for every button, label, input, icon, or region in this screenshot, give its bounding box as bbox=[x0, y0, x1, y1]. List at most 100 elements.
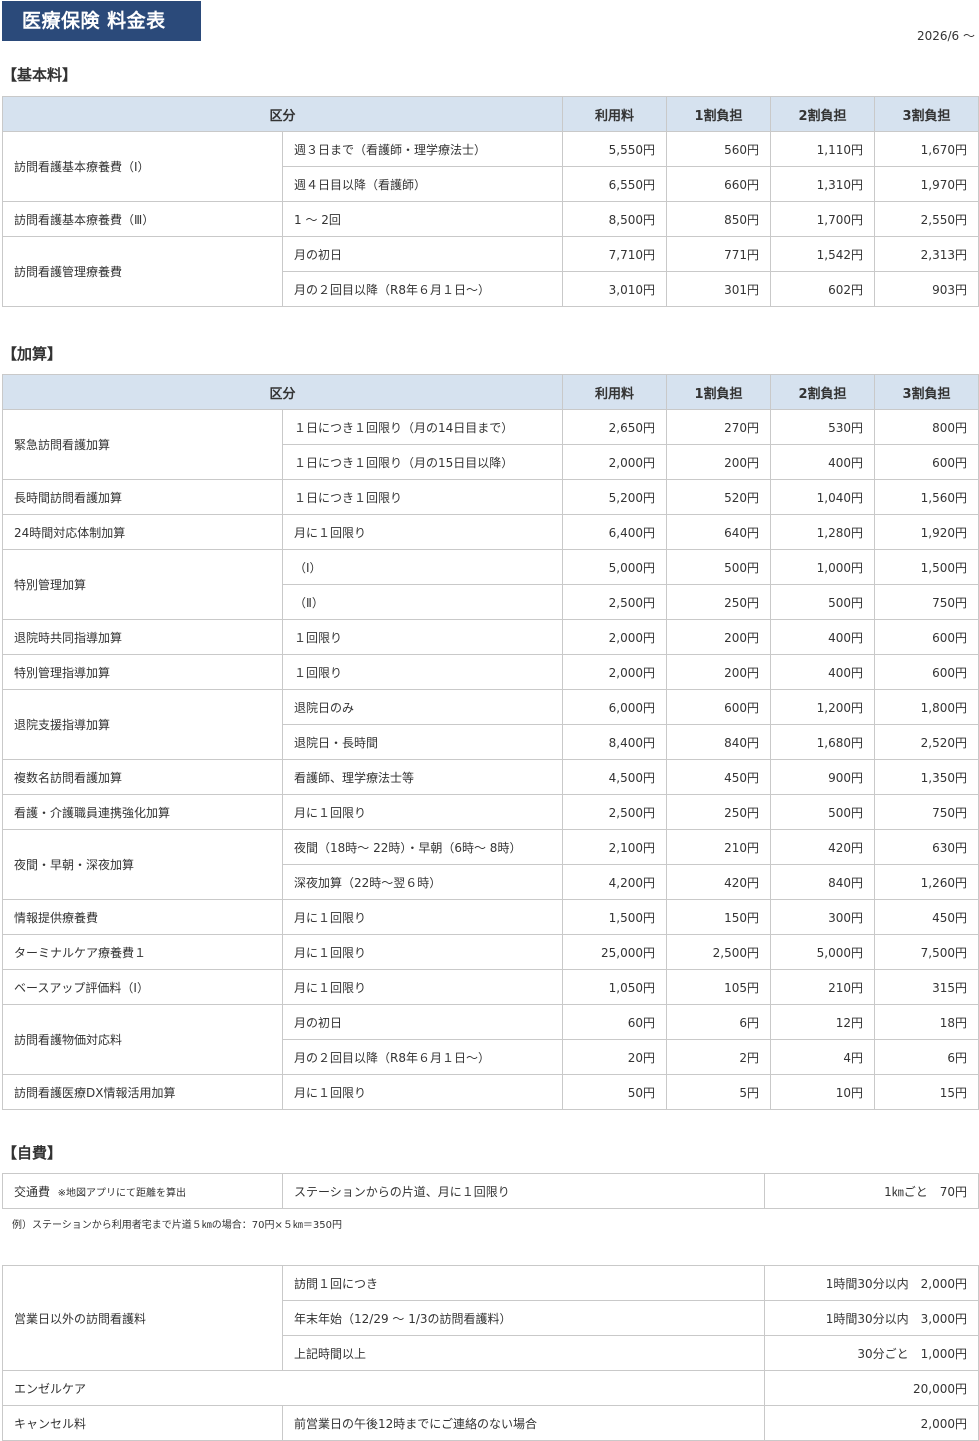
item-name: 複数名訪問看護加算 bbox=[2, 759, 283, 795]
table-row: ベースアップ評価料（Ⅰ） 月に１回限り 1,050円 105円 210円 315円 bbox=[2, 969, 979, 1005]
burden-2-value: 1,000円 bbox=[770, 549, 876, 585]
addition-fee-table: 区分 利用料 1割負担 2割負担 3割負担 緊急訪問看護加算 １日につき１回限り（… bbox=[1, 374, 979, 1110]
table-row: ターミナルケア療養費１ 月に１回限り 25,000円 2,500円 5,000円 7,50… bbox=[2, 934, 979, 970]
burden-3-value: 450円 bbox=[874, 899, 979, 935]
transport-cell: 交通費 ※地図アプリにて距離を算出 bbox=[2, 1173, 283, 1209]
item-condition: 月に１回限り bbox=[281, 934, 564, 970]
burden-3-value: 2,313円 bbox=[874, 236, 979, 272]
burden-3-value: 750円 bbox=[874, 584, 979, 620]
item-name: 24時間対応体制加算 bbox=[2, 514, 283, 550]
fee-value: 5,200円 bbox=[562, 479, 668, 515]
fee-value: 5,000円 bbox=[562, 549, 668, 585]
burden-1-value: 560円 bbox=[666, 131, 772, 167]
burden-1-value: 250円 bbox=[666, 584, 772, 620]
burden-3-value: 600円 bbox=[874, 654, 979, 690]
burden-3-value: 1,500円 bbox=[874, 549, 979, 585]
header-fee: 利用料 bbox=[562, 374, 668, 410]
section-title-basic: 【基本料】 bbox=[2, 66, 78, 84]
item-condition: 週４日目以降（看護師） bbox=[281, 166, 564, 202]
burden-1-value: 270円 bbox=[666, 409, 772, 445]
section-title-self-pay: 【自費】 bbox=[2, 1144, 63, 1162]
fee-value: 6,000円 bbox=[562, 689, 668, 725]
item-name: 退院支援指導加算 bbox=[2, 689, 283, 760]
burden-1-value: 840円 bbox=[666, 724, 772, 760]
burden-1-value: 2円 bbox=[666, 1039, 772, 1075]
burden-2-value: 1,280円 bbox=[770, 514, 876, 550]
burden-3-value: 1,670円 bbox=[874, 131, 979, 167]
burden-1-value: 420円 bbox=[666, 864, 772, 900]
item-condition: 月の２回目以降（R8年６月１日〜） bbox=[281, 271, 564, 307]
fee-value: 8,400円 bbox=[562, 724, 668, 760]
burden-3-value: 7,500円 bbox=[874, 934, 979, 970]
table-row: 長時間訪問看護加算 １日につき１回限り 5,200円 520円 1,040円 1,560円 bbox=[2, 479, 979, 515]
table-row: 訪問看護物価対応料 月の初日 60円 6円 12円 18円 bbox=[2, 1004, 979, 1075]
burden-3-value: 903円 bbox=[874, 271, 979, 307]
table-row: 退院時共同指導加算 １回限り 2,000円 200円 400円 600円 bbox=[2, 619, 979, 655]
table-row: 緊急訪問看護加算 １日につき１回限り（月の14日目まで） 2,650円 270円 530… bbox=[2, 409, 979, 480]
burden-3-value: 1,920円 bbox=[874, 514, 979, 550]
burden-3-value: 18円 bbox=[874, 1004, 979, 1040]
burden-1-value: 200円 bbox=[666, 654, 772, 690]
header-1-割: 1割負担 bbox=[666, 374, 772, 410]
burden-2-value: 420円 bbox=[770, 829, 876, 865]
burden-1-value: 640円 bbox=[666, 514, 772, 550]
section-title-addition: 【加算】 bbox=[2, 345, 63, 363]
burden-1-value: 5円 bbox=[666, 1074, 772, 1110]
table-row: 退院支援指導加算 退院日のみ 6,000円 600円 1,200円 1,800円 bbox=[2, 689, 979, 760]
fee-value: 4,200円 bbox=[562, 864, 668, 900]
fee-value: 4,500円 bbox=[562, 759, 668, 795]
item-condition: 月に１回限り bbox=[281, 969, 564, 1005]
burden-3-value: 15円 bbox=[874, 1074, 979, 1110]
fee-value: 1,500円 bbox=[562, 899, 668, 935]
burden-1-value: 200円 bbox=[666, 619, 772, 655]
item-name: 特別管理指導加算 bbox=[2, 654, 283, 690]
fee-value: 25,000円 bbox=[562, 934, 668, 970]
burden-2-value: 500円 bbox=[770, 794, 876, 830]
burden-3-value: 1,800円 bbox=[874, 689, 979, 725]
burden-1-value: 600円 bbox=[666, 689, 772, 725]
transport-note: ※地図アプリにて距離を算出 bbox=[57, 1187, 187, 1199]
fee-value: 6,400円 bbox=[562, 514, 668, 550]
table-row: 複数名訪問看護加算 看護師、理学療法士等 4,500円 450円 900円 1,350円 bbox=[2, 759, 979, 795]
burden-2-value: 900円 bbox=[770, 759, 876, 795]
header-fee: 利用料 bbox=[562, 96, 668, 132]
item-condition: １回限り bbox=[281, 654, 564, 690]
burden-1-value: 500円 bbox=[666, 549, 772, 585]
header-category: 区分 bbox=[1, 374, 564, 410]
header-1-割: 1割負担 bbox=[666, 96, 772, 132]
burden-2-value: 12円 bbox=[770, 1004, 876, 1040]
burden-2-value: 602円 bbox=[770, 271, 876, 307]
burden-1-value: 105円 bbox=[666, 969, 772, 1005]
burden-3-value: 1,350円 bbox=[874, 759, 979, 795]
table-row: 特別管理指導加算 １回限り 2,000円 200円 400円 600円 bbox=[2, 654, 979, 690]
table-header-row: 区分 利用料 1割負担 2割負担 3割負担 bbox=[1, 96, 979, 132]
burden-1-value: 150円 bbox=[666, 899, 772, 935]
effective-date: 2026/6 〜 bbox=[916, 29, 975, 43]
burden-3-value: 1,970円 bbox=[874, 166, 979, 202]
burden-1-value: 2,500円 bbox=[666, 934, 772, 970]
burden-3-value: 6円 bbox=[874, 1039, 979, 1075]
fee-value: 2,000円 bbox=[562, 444, 668, 480]
burden-2-value: 840円 bbox=[770, 864, 876, 900]
item-condition: １回限り bbox=[281, 619, 564, 655]
fee-value: 2,650円 bbox=[562, 409, 668, 445]
fee-value: 5,550円 bbox=[562, 131, 668, 167]
item-condition: 月の初日 bbox=[281, 1004, 564, 1040]
item-condition: 月に１回限り bbox=[281, 794, 564, 830]
item-condition: 退院日・長時間 bbox=[281, 724, 564, 760]
item-name: 訪問看護管理療養費 bbox=[2, 236, 283, 307]
table-row: 営業日以外の訪問看護料 訪問１回につき 1時間30分以内 2,000円 bbox=[2, 1265, 979, 1371]
off-hours-desc: 上記時間以上 bbox=[282, 1335, 765, 1371]
item-condition: 退院日のみ bbox=[281, 689, 564, 725]
item-name: 訪問看護医療DX情報活用加算 bbox=[2, 1074, 283, 1110]
item-condition: 1 〜 2回 bbox=[281, 201, 564, 237]
transport-price: 1㎞ごと 70円 bbox=[764, 1173, 979, 1209]
burden-3-value: 750円 bbox=[874, 794, 979, 830]
off-hours-price: 30分ごと 1,000円 bbox=[764, 1335, 979, 1371]
burden-2-value: 1,200円 bbox=[770, 689, 876, 725]
fee-value: 8,500円 bbox=[562, 201, 668, 237]
fee-value: 1,050円 bbox=[562, 969, 668, 1005]
cancel-price: 2,000円 bbox=[764, 1405, 979, 1441]
table-row: 訪問看護管理療養費 月の初日 7,710円 771円 1,542円 2,313円 bbox=[2, 236, 979, 307]
burden-2-value: 5,000円 bbox=[770, 934, 876, 970]
